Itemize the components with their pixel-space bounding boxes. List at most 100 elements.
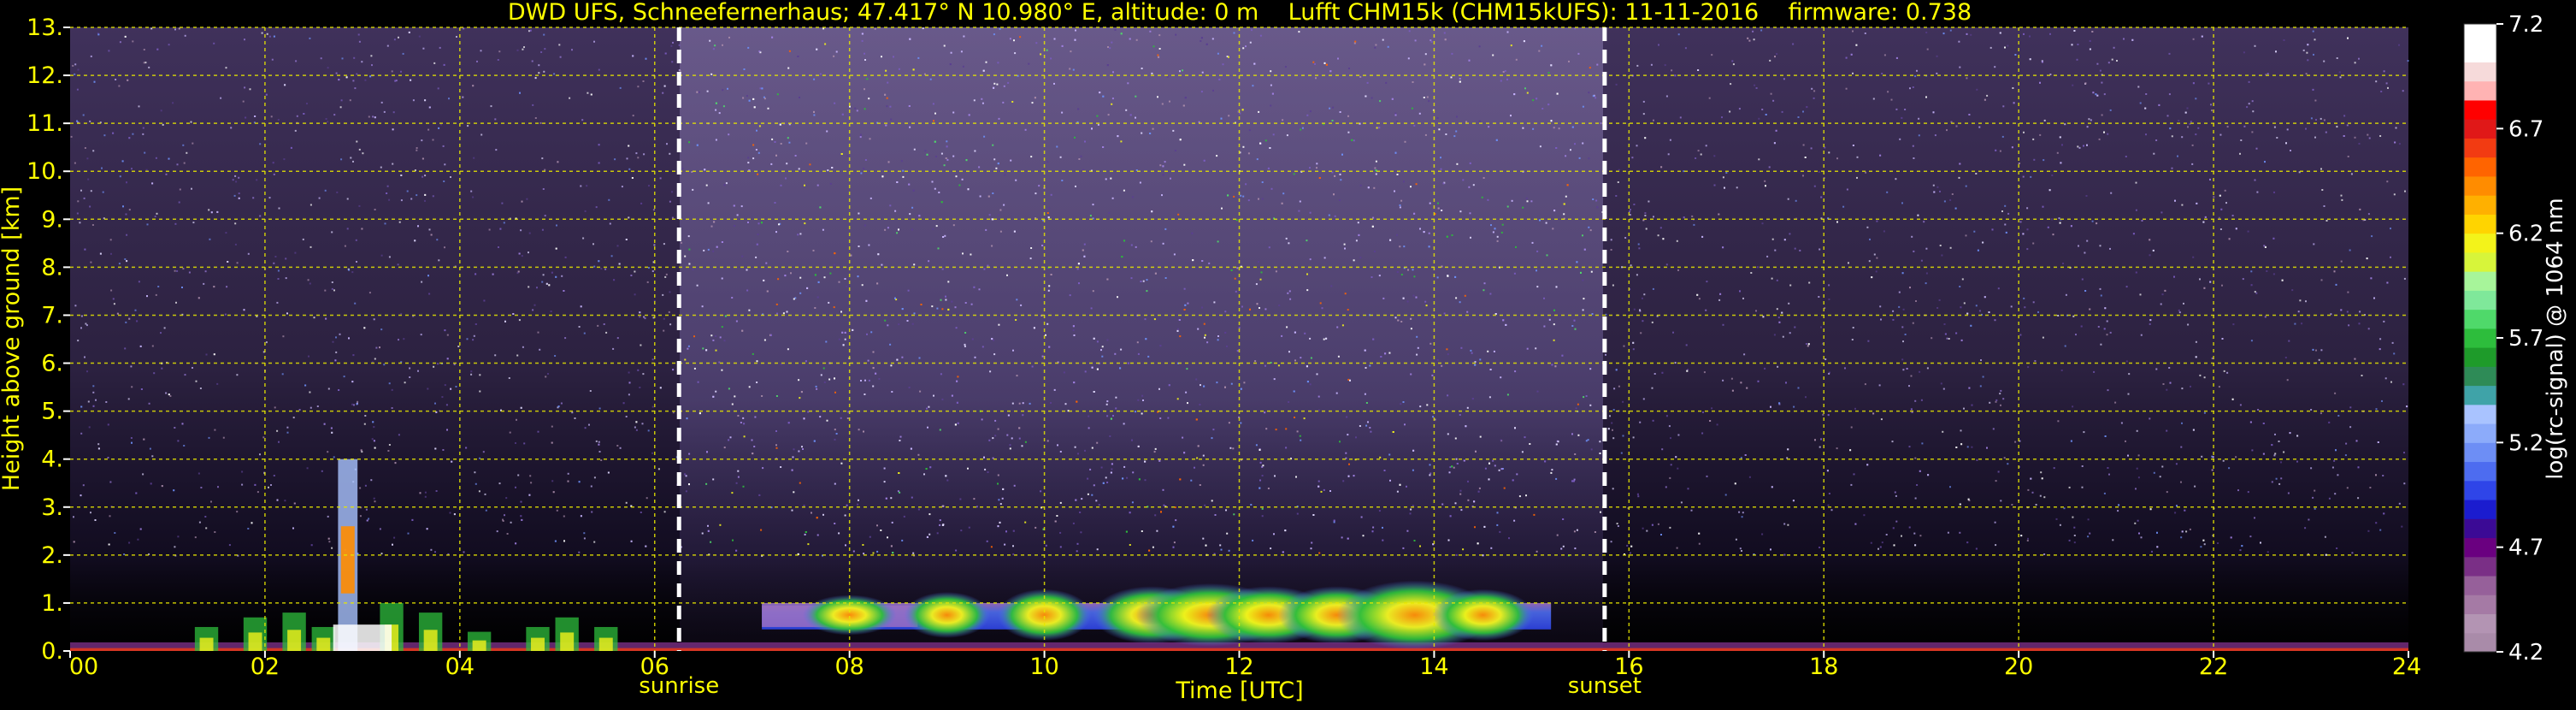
noise-speckle xyxy=(1016,375,1018,377)
noise-speckle xyxy=(1012,530,1015,532)
noise-speckle xyxy=(1652,287,1654,290)
noise-speckle xyxy=(1563,213,1565,216)
noise-speckle xyxy=(430,548,433,551)
noise-speckle xyxy=(721,241,723,243)
noise-speckle xyxy=(1451,465,1453,468)
noise-speckle xyxy=(1211,38,1214,40)
noise-speckle xyxy=(1425,305,1428,307)
noise-speckle xyxy=(1855,44,1858,46)
noise-speckle xyxy=(932,103,934,105)
noise-speckle xyxy=(1568,60,1570,62)
noise-speckle xyxy=(2310,117,2313,120)
noise-speckle xyxy=(740,422,742,423)
noise-speckle xyxy=(1370,430,1372,433)
noise-speckle xyxy=(1341,153,1343,156)
noise-speckle xyxy=(388,382,391,385)
noise-speckle xyxy=(2341,198,2343,201)
noise-speckle xyxy=(1589,404,1592,406)
noise-speckle xyxy=(618,263,621,265)
noise-speckle xyxy=(1536,98,1538,100)
noise-speckle xyxy=(798,168,800,170)
noise-speckle xyxy=(302,238,304,240)
noise-speckle xyxy=(1102,146,1105,148)
noise-speckle xyxy=(1776,308,1778,311)
noise-speckle xyxy=(1035,42,1038,44)
noise-speckle xyxy=(1617,181,1619,183)
noise-speckle xyxy=(1265,428,1268,430)
noise-speckle xyxy=(1718,299,1721,301)
noise-speckle xyxy=(2107,389,2109,392)
noise-speckle xyxy=(1174,150,1176,151)
noise-speckle xyxy=(2349,426,2352,429)
noise-speckle xyxy=(284,500,286,502)
noise-speckle xyxy=(1988,311,1990,313)
noise-speckle xyxy=(126,181,127,184)
noise-speckle xyxy=(1285,237,1288,240)
noise-speckle xyxy=(327,451,329,453)
noise-speckle xyxy=(2368,137,2371,139)
noise-speckle xyxy=(1230,382,1233,385)
noise-speckle xyxy=(128,317,131,320)
noise-speckle xyxy=(2306,51,2308,54)
noise-speckle xyxy=(1462,548,1465,551)
noise-speckle xyxy=(833,306,835,309)
noise-speckle xyxy=(1046,161,1049,163)
noise-speckle xyxy=(261,32,263,34)
noise-speckle xyxy=(379,346,380,349)
noise-speckle xyxy=(400,199,403,202)
noise-speckle xyxy=(173,489,175,492)
noise-speckle xyxy=(742,485,745,488)
noise-speckle xyxy=(1320,490,1323,493)
noise-speckle xyxy=(968,526,970,529)
noise-speckle xyxy=(1330,285,1333,287)
noise-speckle xyxy=(718,112,721,115)
noise-speckle xyxy=(1130,277,1133,280)
noise-speckle xyxy=(1820,326,1822,328)
noise-speckle xyxy=(1200,37,1203,39)
noise-speckle xyxy=(2313,243,2315,246)
noise-speckle xyxy=(475,482,477,485)
noise-speckle xyxy=(1419,405,1422,408)
noise-speckle xyxy=(154,216,156,217)
noise-speckle xyxy=(1775,129,1777,132)
noise-speckle xyxy=(2340,194,2343,197)
noise-speckle xyxy=(1912,145,1914,147)
noise-speckle xyxy=(356,261,357,263)
noise-speckle xyxy=(2382,475,2384,476)
noise-speckle xyxy=(1396,271,1399,273)
noise-speckle xyxy=(278,441,280,443)
noise-speckle xyxy=(741,255,744,257)
noise-speckle xyxy=(1615,369,1618,371)
noise-speckle xyxy=(2375,474,2377,476)
noise-speckle xyxy=(352,80,355,82)
noise-speckle xyxy=(1110,177,1112,180)
noise-speckle xyxy=(2137,476,2140,479)
noise-speckle xyxy=(1785,382,1787,384)
noise-speckle xyxy=(913,312,916,315)
noise-speckle xyxy=(192,222,195,224)
noise-speckle xyxy=(1226,532,1229,535)
noise-speckle xyxy=(669,152,671,155)
noise-speckle xyxy=(358,204,361,207)
noise-speckle xyxy=(534,117,537,119)
noise-speckle xyxy=(1217,52,1219,55)
noise-speckle xyxy=(1676,547,1678,549)
noise-speckle xyxy=(671,61,674,63)
noise-speckle xyxy=(1976,459,1978,461)
noise-speckle xyxy=(2404,190,2406,192)
noise-speckle xyxy=(362,152,364,155)
noise-speckle xyxy=(1364,349,1366,352)
noise-speckle xyxy=(2151,550,2153,553)
noise-speckle xyxy=(512,313,515,315)
noise-speckle xyxy=(1632,436,1635,439)
noise-speckle xyxy=(1152,127,1154,130)
noise-speckle xyxy=(1811,87,1813,90)
noise-speckle xyxy=(1111,98,1114,100)
noise-speckle xyxy=(685,475,687,477)
noise-speckle xyxy=(2004,204,2007,207)
noise-speckle xyxy=(138,105,140,108)
noise-speckle xyxy=(951,394,953,397)
noise-speckle xyxy=(1600,122,1602,125)
noise-speckle xyxy=(1999,393,2001,395)
noise-speckle xyxy=(444,246,445,249)
